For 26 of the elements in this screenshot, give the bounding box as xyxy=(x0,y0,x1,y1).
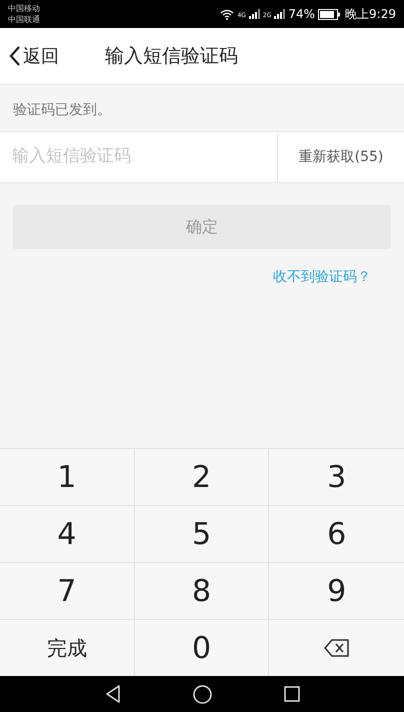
home-circle-icon[interactable] xyxy=(192,684,212,704)
battery-percent: 74% xyxy=(288,6,316,23)
digit-key[interactable]: 1 xyxy=(0,448,135,505)
backspace-icon xyxy=(324,639,350,657)
signal-icon xyxy=(248,9,260,19)
back-button[interactable]: 返回 xyxy=(0,42,59,70)
back-triangle-icon[interactable] xyxy=(104,685,120,703)
digit-key[interactable]: 0 xyxy=(134,619,270,676)
carrier-label: 中国联通 xyxy=(8,14,40,25)
done-key[interactable]: 完成 xyxy=(0,619,135,676)
digit-key[interactable]: 4 xyxy=(0,505,135,562)
clock: 晚上9:29 xyxy=(345,6,396,23)
wifi-icon xyxy=(220,8,234,20)
recents-square-icon[interactable] xyxy=(284,686,300,702)
digit-key[interactable]: 7 xyxy=(0,562,135,619)
digit-key[interactable]: 2 xyxy=(134,448,270,505)
notice-text: 验证码已发到。 xyxy=(13,101,111,120)
digit-key[interactable]: 5 xyxy=(134,505,270,562)
battery-icon xyxy=(318,8,340,20)
code-field[interactable]: 输入短信验证码 xyxy=(0,131,278,183)
carrier-label: 中国移动 xyxy=(8,3,40,14)
page-title: 输入短信验证码 xyxy=(105,44,238,69)
back-icon xyxy=(9,45,21,67)
resend-button[interactable]: 重新获取(55) xyxy=(278,131,404,183)
signal-icon xyxy=(274,9,286,19)
digit-key[interactable]: 8 xyxy=(134,562,270,619)
